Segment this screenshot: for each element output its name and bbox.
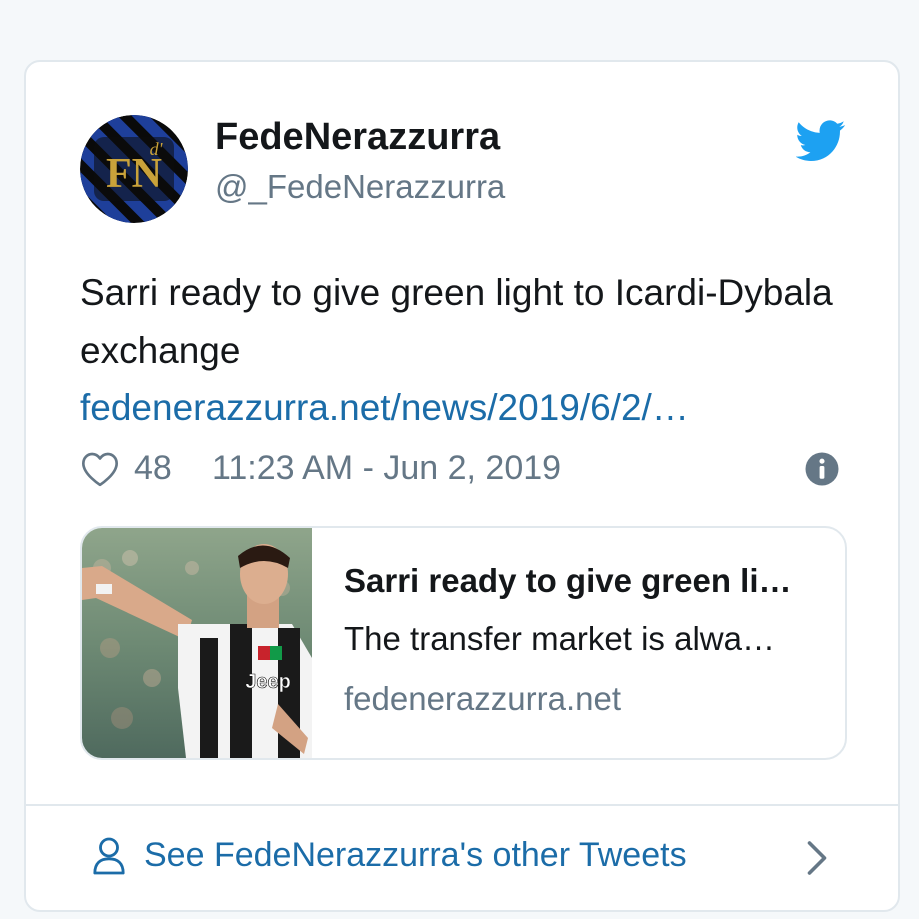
other-tweets-label[interactable]: See FedeNerazzurra's other Tweets (144, 836, 687, 875)
tweet-meta: 48 11:23 AM - Jun 2, 2019 (80, 447, 840, 493)
avatar-accent: d' (150, 139, 164, 159)
tweet-timestamp[interactable]: 11:23 AM - Jun 2, 2019 (212, 449, 561, 488)
jersey-sponsor: Jeep (245, 671, 291, 693)
link-preview-title: Sarri ready to give green li… (344, 562, 792, 599)
heart-icon[interactable] (80, 450, 120, 488)
like-count[interactable]: 48 (134, 449, 172, 488)
avatar-logo: FN d' (80, 115, 188, 223)
tweet-link[interactable]: fedenerazzurra.net/news/2019/6/2/… (80, 379, 689, 437)
avatar[interactable]: FN d' (80, 115, 188, 223)
chevron-right-icon[interactable] (806, 840, 828, 876)
other-tweets-link[interactable]: See FedeNerazzurra's other Tweets (26, 806, 898, 910)
person-icon (93, 837, 125, 875)
display-name[interactable]: FedeNerazzurra (215, 116, 500, 159)
embedded-tweet-card: FN d' FedeNerazzurra @_FedeNerazzurra Sa… (24, 60, 900, 912)
link-preview-description: The transfer market is alwa… (344, 620, 775, 657)
link-preview-thumbnail: Jeep (82, 528, 312, 758)
twitter-bird-icon[interactable] (796, 120, 846, 162)
tweet-text: Sarri ready to give green light to Icard… (80, 272, 833, 371)
info-icon[interactable] (804, 451, 840, 487)
link-preview-card[interactable]: Jeep Sarri ready to give green li… The t… (80, 526, 847, 760)
user-handle[interactable]: @_FedeNerazzurra (215, 168, 505, 206)
link-preview-domain: fedenerazzurra.net (344, 680, 622, 717)
